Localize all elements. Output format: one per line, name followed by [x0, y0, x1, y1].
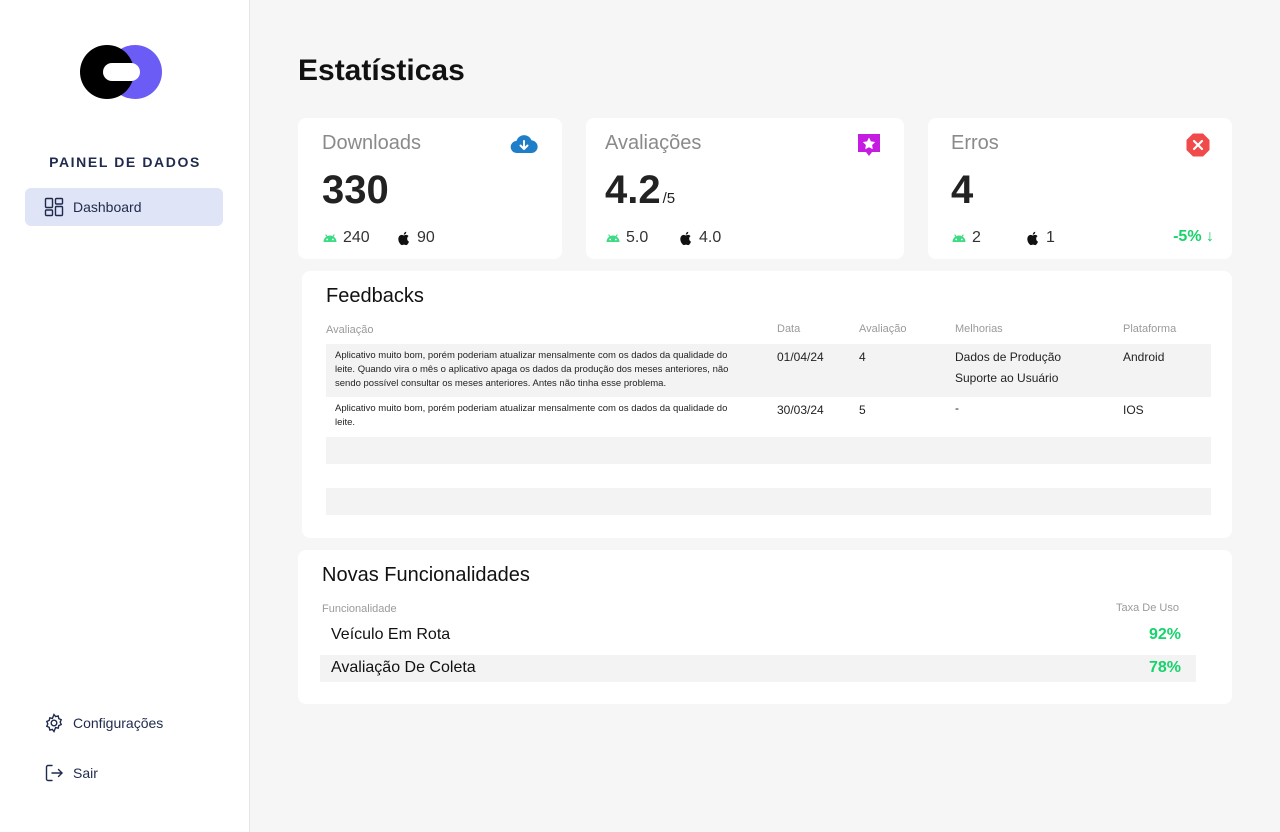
ratings-android-value: 5.0 — [626, 229, 649, 246]
downloads-value: 330 — [322, 168, 389, 212]
android-icon — [606, 234, 620, 242]
ratings-number: 4.2 — [605, 168, 661, 212]
ratings-card: Avaliações 4.2/5 5.0 4.0 — [586, 118, 904, 259]
feature-name: Avaliação De Coleta — [331, 659, 476, 676]
column-header-date: Data — [777, 323, 801, 335]
feedbacks-card: Feedbacks Avaliação Data Avaliação Melho… — [302, 271, 1232, 538]
errors-android-value: 2 — [972, 229, 981, 246]
features-card: Novas Funcionalidades Funcionalidade Tax… — [298, 550, 1232, 704]
errors-ios: 1 — [1025, 229, 1055, 247]
apple-icon — [1027, 231, 1038, 246]
errors-label: Erros — [951, 132, 999, 154]
errors-trend: -5% ↓ — [1173, 228, 1214, 245]
feature-rate: 78% — [1148, 659, 1181, 676]
list-item[interactable]: Veículo Em Rota 92% — [320, 622, 1196, 649]
feedback-platform: IOS — [1123, 403, 1144, 417]
column-header-review: Avaliação — [326, 324, 374, 336]
sidebar-item-label: Dashboard — [73, 199, 142, 215]
feedback-text: Aplicativo muito bom, porém poderiam atu… — [335, 403, 728, 428]
dashboard-icon — [44, 197, 64, 217]
downloads-card: Downloads 330 240 90 — [298, 118, 562, 259]
feedback-rating: 5 — [859, 403, 866, 417]
brand-title: PAINEL DE DADOS — [49, 154, 201, 170]
column-header-rating: Avaliação — [859, 323, 907, 335]
downloads-ios: 90 — [396, 229, 435, 247]
ratings-suffix: /5 — [662, 190, 676, 207]
table-row[interactable]: Aplicativo muito bom, porém poderiam atu… — [326, 397, 1211, 437]
error-x-icon — [1186, 133, 1210, 157]
app-logo — [79, 44, 167, 102]
list-item[interactable]: Avaliação De Coleta 78% — [320, 655, 1196, 682]
errors-ios-value: 1 — [1046, 229, 1055, 246]
star-badge-icon — [858, 134, 880, 156]
feedback-rating: 4 — [859, 350, 866, 364]
cloud-download-icon — [510, 135, 538, 154]
page-title: Estatísticas — [298, 54, 465, 87]
feedback-improvement: Suporte ao Usuário — [955, 371, 1059, 385]
sidebar-item-settings[interactable]: Configurações — [25, 704, 223, 742]
errors-value: 4 — [951, 168, 974, 212]
table-row[interactable]: Aplicativo muito bom, porém poderiam atu… — [326, 344, 1211, 397]
feedback-platform: Android — [1123, 350, 1165, 364]
android-icon — [323, 234, 337, 242]
column-header-platform: Plataforma — [1123, 323, 1177, 335]
errors-android: 2 — [951, 229, 981, 247]
downloads-android-value: 240 — [343, 229, 370, 246]
ratings-value: 4.2/5 — [605, 168, 675, 213]
table-row-empty — [326, 437, 1211, 464]
sidebar-item-dashboard[interactable]: Dashboard — [25, 188, 223, 226]
feedback-improvement: Dados de Produção — [955, 350, 1062, 364]
feedback-improvement: - — [955, 401, 959, 415]
ratings-label: Avaliações — [605, 132, 702, 154]
android-icon — [952, 234, 966, 242]
apple-icon — [398, 231, 409, 246]
sidebar: PAINEL DE DADOS Dashboard Configurações … — [0, 0, 250, 832]
downloads-label: Downloads — [322, 132, 421, 154]
logout-icon — [45, 764, 63, 782]
sidebar-item-label: Configurações — [73, 715, 164, 731]
sidebar-item-label: Sair — [73, 765, 98, 781]
feedback-date: 30/03/24 — [777, 403, 824, 417]
feature-rate: 92% — [1148, 626, 1181, 643]
table-row-empty — [326, 488, 1211, 515]
downloads-android: 240 — [322, 229, 370, 247]
column-header-usage-rate: Taxa De Uso — [1116, 602, 1179, 614]
apple-icon — [680, 231, 691, 246]
errors-card: Erros 4 2 1 -5% ↓ — [928, 118, 1232, 259]
sidebar-item-logout[interactable]: Sair — [25, 754, 223, 792]
ratings-android: 5.0 — [605, 229, 648, 247]
feedback-text: Aplicativo muito bom, porém poderiam atu… — [335, 350, 729, 389]
ratings-ios-value: 4.0 — [699, 229, 722, 246]
features-title: Novas Funcionalidades — [322, 564, 530, 586]
column-header-improvements: Melhorias — [955, 323, 1003, 335]
feature-name: Veículo Em Rota — [331, 626, 451, 643]
gear-icon — [45, 713, 63, 733]
downloads-ios-value: 90 — [417, 229, 435, 246]
feedbacks-title: Feedbacks — [326, 285, 424, 307]
ratings-ios: 4.0 — [678, 229, 721, 247]
feedback-date: 01/04/24 — [777, 350, 824, 364]
column-header-feature: Funcionalidade — [322, 603, 397, 615]
